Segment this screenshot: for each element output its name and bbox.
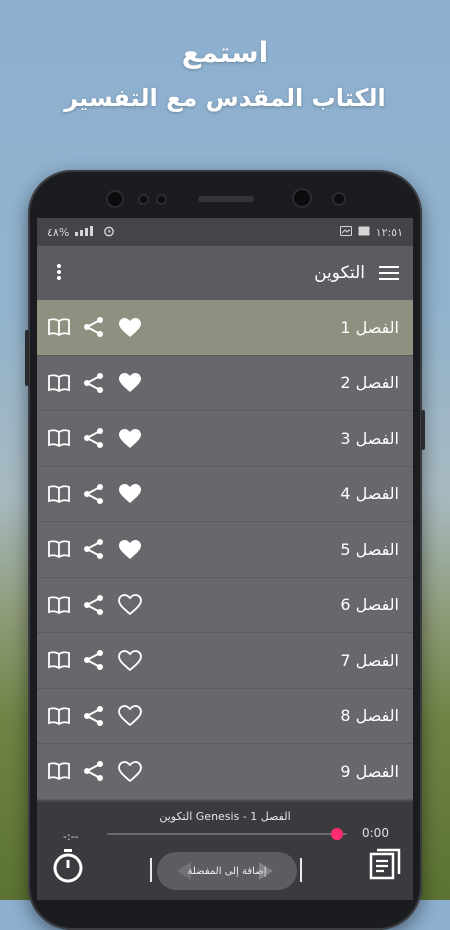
share-icon[interactable] [83, 649, 105, 671]
share-icon[interactable] [83, 760, 105, 782]
heart-filled-icon[interactable] [117, 538, 143, 561]
heart-outline-icon[interactable] [117, 760, 143, 783]
status-right: ١٢:٥١ [339, 225, 403, 239]
sensor-dot [140, 196, 147, 203]
chapter-label: الفصل 5 [340, 539, 399, 559]
forward-icon[interactable] [259, 862, 273, 880]
row-actions [47, 538, 143, 561]
book-open-icon[interactable] [47, 318, 71, 337]
status-left: ٤٨% [47, 225, 115, 240]
page-title: التكوين [314, 263, 365, 283]
heart-outline-icon[interactable] [117, 649, 143, 672]
share-icon[interactable] [83, 316, 105, 338]
chapter-label: الفصل 9 [340, 761, 399, 781]
row-actions [47, 371, 143, 394]
app-bar: التكوين [37, 246, 413, 300]
notification-icon [339, 225, 352, 239]
promo-subtitle: الكتاب المقدس مع التفسير [64, 84, 386, 112]
heart-filled-icon[interactable] [117, 316, 143, 339]
prev-divider [150, 858, 152, 882]
add-to-favorites-button[interactable]: إضافة إلى المفضلة [157, 852, 297, 890]
app-bar-right: التكوين [314, 263, 399, 283]
row-actions [47, 482, 143, 505]
book-open-icon[interactable] [47, 485, 71, 503]
book-open-icon[interactable] [47, 762, 71, 781]
chapter-list: الفصل 1 الفصل 2 الفصل 3 الفصل 4 الفصل 5 الفصل… [37, 300, 413, 800]
phone-speaker [198, 196, 254, 202]
next-divider [300, 858, 302, 882]
chapter-label: الفصل 8 [340, 706, 399, 726]
share-icon[interactable] [83, 705, 105, 727]
chapter-label: الفصل 6 [340, 595, 399, 615]
phone-side-button [421, 410, 425, 450]
chapter-row[interactable]: الفصل 7 [37, 633, 413, 689]
book-open-icon[interactable] [47, 429, 71, 448]
status-bar: ٤٨% ١٢:٥١ [37, 218, 413, 246]
more-vert-icon[interactable] [49, 263, 69, 284]
chapter-label: الفصل 1 [340, 317, 399, 337]
heart-filled-icon[interactable] [117, 427, 143, 450]
heart-filled-icon[interactable] [117, 482, 143, 505]
row-actions [47, 760, 143, 783]
chapter-label: الفصل 2 [340, 373, 399, 393]
share-icon[interactable] [83, 372, 105, 394]
image-icon [358, 226, 370, 239]
seek-bar[interactable] [107, 833, 347, 835]
book-open-icon[interactable] [47, 596, 71, 614]
chapter-row[interactable]: الفصل 6 [37, 577, 413, 633]
row-actions [47, 427, 143, 450]
battery-text: ٤٨% [47, 225, 70, 239]
now-playing-title: التكوين Genesis - الفصل 1 [159, 810, 291, 823]
app-screen: ٤٨% ١٢:٥١ التكوين الفصل 1 الفصل 2 الفصل … [37, 218, 413, 900]
heart-filled-icon[interactable] [117, 371, 143, 394]
chapter-label: الفصل 3 [340, 428, 399, 448]
remaining-time: -:-- [63, 830, 79, 843]
chapter-row[interactable]: الفصل 3 [37, 411, 413, 467]
chapter-row[interactable]: الفصل 2 [37, 355, 413, 411]
share-icon[interactable] [83, 594, 105, 616]
player-bar: التكوين Genesis - الفصل 1 -:-- 0:00 إضاف… [37, 802, 413, 900]
clock-text: ١٢:٥١ [375, 225, 403, 239]
row-actions [47, 704, 143, 727]
row-actions [47, 649, 143, 672]
book-open-icon[interactable] [47, 651, 71, 670]
chapter-row[interactable]: الفصل 5 [37, 522, 413, 578]
heart-outline-icon[interactable] [117, 704, 143, 727]
elapsed-time: 0:00 [362, 826, 389, 840]
alarm-icon [103, 225, 115, 240]
chapter-label: الفصل 4 [340, 484, 399, 504]
chapter-row[interactable]: الفصل 9 [37, 744, 413, 800]
chapter-row[interactable]: الفصل 8 [37, 688, 413, 744]
front-camera [108, 192, 122, 206]
iris-scanner [294, 190, 310, 206]
row-actions [47, 593, 143, 616]
chapter-row[interactable]: الفصل 4 [37, 466, 413, 522]
sensor-dot [158, 196, 165, 203]
promo-title: استمع [181, 36, 269, 69]
chapter-row[interactable]: الفصل 1 [37, 300, 413, 356]
book-open-icon[interactable] [47, 707, 71, 725]
row-actions [47, 316, 143, 339]
playlist-icon[interactable] [369, 848, 401, 884]
chapter-label: الفصل 7 [340, 650, 399, 670]
seek-thumb[interactable] [331, 828, 344, 840]
signal-icon [75, 225, 97, 239]
book-open-icon[interactable] [47, 540, 71, 559]
phone-side-button [25, 330, 29, 386]
add-to-favorites-label: إضافة إلى المفضلة [187, 865, 267, 877]
menu-icon[interactable] [379, 266, 399, 280]
share-icon[interactable] [83, 538, 105, 560]
share-icon[interactable] [83, 483, 105, 505]
book-open-icon[interactable] [47, 374, 71, 392]
front-camera [334, 194, 344, 204]
share-icon[interactable] [83, 427, 105, 449]
heart-outline-icon[interactable] [117, 593, 143, 616]
timer-icon[interactable] [51, 848, 85, 888]
